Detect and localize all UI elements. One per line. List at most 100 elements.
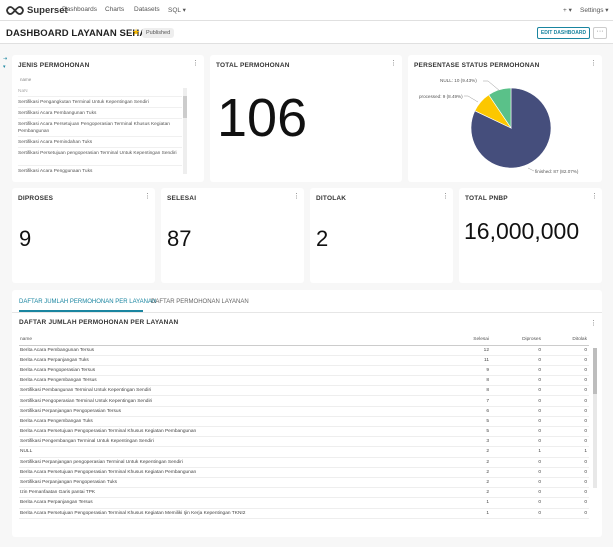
row-value-cell: 0 <box>491 416 543 428</box>
card-menu-icon[interactable]: ⋮ <box>590 60 597 67</box>
table-row: Sertifikasi Perpanjangan pengoperasian T… <box>19 457 589 468</box>
column-header[interactable]: Ditolak <box>543 335 589 346</box>
tabs-card: DAFTAR JUMLAH PERMOHONAN PER LAYANAN DAF… <box>12 290 602 537</box>
table-title: DAFTAR JUMLAH PERMOHONAN PER LAYANAN <box>19 319 179 326</box>
row-value-cell: 12 <box>439 345 491 356</box>
edit-dashboard-button[interactable]: EDIT DASHBOARD <box>537 27 590 39</box>
card-menu-icon[interactable]: ⋮ <box>591 193 598 200</box>
row-name-cell: Berita Acara Perpanjangan Tuks <box>19 355 439 366</box>
filter-icon[interactable]: ▾ <box>3 64 6 70</box>
row-name-cell: Berita Acara Pengoperasian Tersus <box>19 365 439 377</box>
favorite-star-icon[interactable]: ★ <box>132 27 140 38</box>
table-header-row: name Selesai Diproses Ditolak <box>19 335 589 346</box>
row-name-cell: Berita Acara Pengembangan Tuks <box>19 416 439 428</box>
row-value-cell: 0 <box>543 395 589 407</box>
row-name-cell: Izin Pemanfaatan Garis pantai TPK <box>19 487 439 499</box>
table-row: Berita Acara Persetujuan Pengoperasian T… <box>19 508 589 519</box>
new-menu[interactable]: + ▾ <box>563 6 572 14</box>
card-menu-icon[interactable]: ⋮ <box>390 60 397 67</box>
pie-leader-line <box>527 167 535 172</box>
card-menu-icon[interactable]: ⋮ <box>144 193 151 200</box>
total-pnbp-card: TOTAL PNBP ⋮ 16,000,000 <box>459 188 602 283</box>
big-number: 2 <box>316 226 329 251</box>
row-value-cell: 0 <box>491 395 543 407</box>
diproses-card: DIPROSES ⋮ 9 <box>12 188 155 283</box>
row-value-cell: 0 <box>543 467 589 478</box>
table-scrollbar-thumb[interactable] <box>593 348 597 394</box>
nav-datasets[interactable]: Datasets <box>134 6 160 13</box>
more-options-button[interactable]: ··· <box>593 27 607 39</box>
tab-divider <box>12 312 602 313</box>
row-value-cell: 0 <box>543 385 589 397</box>
row-name-cell: Berita Acara Pengembangan Tersus <box>19 375 439 387</box>
row-value-cell: 0 <box>543 508 589 519</box>
row-value-cell: 7 <box>439 395 491 407</box>
list-item[interactable]: Sertifikasi Acara Persetujuan Pengoperas… <box>18 119 182 137</box>
list-item[interactable]: Sertifikasi Acara Penggunaan Tuks <box>18 166 182 176</box>
card-menu-icon[interactable]: ⋮ <box>590 320 597 327</box>
card-title: TOTAL PERMOHONAN <box>216 62 290 69</box>
list-item[interactable]: Sertifikasi Pengangkutan Terminal Untuk … <box>18 97 182 108</box>
row-value-cell: 0 <box>543 345 589 356</box>
filter-bar-toggle-icon[interactable]: ⇥ <box>3 56 7 62</box>
list-scrollbar-thumb[interactable] <box>183 96 187 118</box>
row-value-cell: 0 <box>491 345 543 356</box>
row-value-cell: 9 <box>439 365 491 377</box>
tab-daftar-jumlah[interactable]: DAFTAR JUMLAH PERMOHONAN PER LAYANAN <box>19 299 156 305</box>
card-title: SELESAI <box>167 195 197 202</box>
row-value-cell: 1 <box>543 446 589 458</box>
top-nav: Superset Dashboards Charts Datasets SQL … <box>0 0 613 21</box>
table-row: Sertifikasi Perpanjangan Pengoperasian T… <box>19 477 589 489</box>
big-number: 16,000,000 <box>464 218 580 244</box>
column-header[interactable]: Selesai <box>439 335 491 346</box>
settings-menu[interactable]: Settings ▾ <box>580 6 609 14</box>
row-value-cell: 2 <box>439 446 491 458</box>
row-value-cell: 0 <box>491 436 543 448</box>
card-title: PERSENTASE STATUS PERMOHONAN <box>414 62 540 69</box>
table-row: Berita Acara Perpanjangan Tuks 11 0 0 <box>19 355 589 366</box>
column-header[interactable]: name <box>19 335 439 346</box>
row-value-cell: 0 <box>491 365 543 377</box>
row-name-cell: Berita Acara Persetujuan Pengoperasian T… <box>19 508 439 519</box>
list-item[interactable]: Sertifikasi Acara Pemindahan Tuks <box>18 137 182 148</box>
column-header[interactable]: Diproses <box>491 335 543 346</box>
row-value-cell: 0 <box>543 406 589 417</box>
table-row: Izin Pemanfaatan Garis pantai TPK 2 0 0 <box>19 487 589 499</box>
row-value-cell: 0 <box>543 457 589 468</box>
row-value-cell: 0 <box>491 487 543 499</box>
card-menu-icon[interactable]: ⋮ <box>192 60 199 67</box>
card-menu-icon[interactable]: ⋮ <box>293 193 300 200</box>
list-item[interactable]: NaN <box>18 86 182 97</box>
row-value-cell: 11 <box>439 355 491 366</box>
list-item[interactable]: Sertifikasi Acara Pembangunan Tuks <box>18 108 182 119</box>
row-name-cell: Sertifikasi Perpanjangan pengoperasian T… <box>19 457 439 468</box>
superset-logo-icon <box>6 6 24 15</box>
superset-logo[interactable]: Superset <box>6 4 68 17</box>
row-value-cell: 0 <box>491 385 543 397</box>
table-row: Berita Acara Perpanjangan Tersus 1 0 0 <box>19 497 589 509</box>
row-value-cell: 8 <box>439 385 491 397</box>
row-value-cell: 1 <box>491 446 543 458</box>
row-value-cell: 0 <box>543 365 589 377</box>
row-value-cell: 2 <box>439 467 491 478</box>
table-row: Sertifikasi Pengembangan Terminal Untuk … <box>19 436 589 448</box>
list-item[interactable]: Sertifikasi Persetujuan pengoperasian Te… <box>18 148 182 166</box>
row-value-cell: 0 <box>543 497 589 509</box>
row-value-cell: 3 <box>439 436 491 448</box>
card-title: DIPROSES <box>18 195 54 202</box>
row-name-cell: Sertifikasi Perpanjangan Pengoperasian T… <box>19 406 439 417</box>
table-row: Sertifikasi Pengoperasian Terminal Untuk… <box>19 395 589 407</box>
card-menu-icon[interactable]: ⋮ <box>442 193 449 200</box>
big-number: 9 <box>19 226 32 251</box>
nav-sql[interactable]: SQL ▾ <box>168 6 186 14</box>
table-row: Berita Acara Persetujuan Pengoperasian T… <box>19 467 589 478</box>
list-column-header: name <box>20 77 32 82</box>
nav-dashboards[interactable]: Dashboards <box>62 6 97 13</box>
row-name-cell: Sertifikasi Pengembangan Terminal Untuk … <box>19 436 439 448</box>
tab-daftar-permohonan[interactable]: DAFTAR PERMOHONAN LAYANAN <box>151 299 249 305</box>
row-value-cell: 0 <box>491 355 543 366</box>
row-value-cell: 2 <box>439 457 491 468</box>
ditolak-card: DITOLAK ⋮ 2 <box>310 188 453 283</box>
status-badge[interactable]: Published <box>142 28 175 38</box>
nav-charts[interactable]: Charts <box>105 6 124 13</box>
